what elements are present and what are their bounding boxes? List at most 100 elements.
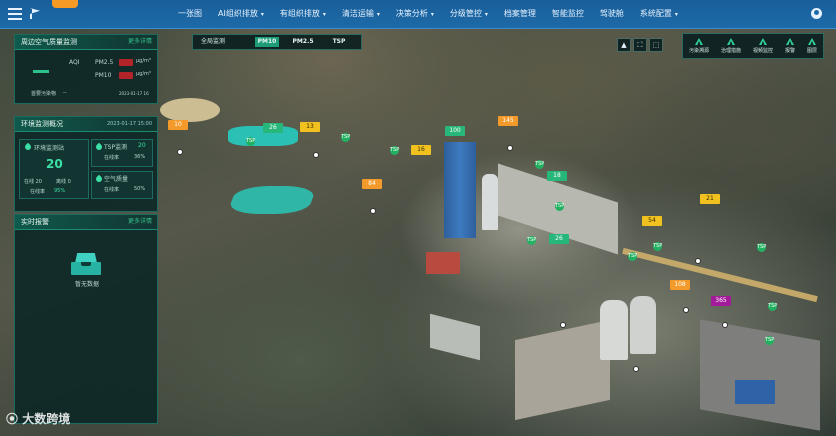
user-avatar-icon[interactable] (811, 8, 822, 19)
factory-building (515, 319, 610, 421)
pm-marker[interactable]: 21 (700, 194, 720, 204)
pm-marker[interactable]: 13 (300, 122, 320, 132)
tsp-marker[interactable]: TSP (246, 137, 255, 146)
nav-item[interactable]: 清洁运输 ▾ (334, 0, 388, 28)
tool-alarm[interactable]: 报警 (785, 38, 795, 54)
chevron-down-icon: ▾ (322, 11, 326, 18)
road (622, 247, 818, 303)
industrial-area (700, 319, 820, 431)
monitor-point[interactable] (177, 149, 183, 155)
station-count: 20 (46, 157, 63, 171)
monitor-point[interactable] (313, 152, 319, 158)
tsp-marker[interactable]: TSP (390, 146, 399, 155)
aqi-label: AQI (69, 59, 80, 66)
nav-item[interactable]: 分级管控 ▾ (442, 0, 496, 28)
monitor-point[interactable] (507, 145, 513, 151)
DC-logo-icon: ⦿ (6, 412, 23, 426)
nav-item[interactable]: 有组织排放 ▾ (272, 0, 334, 28)
offline-count: 离线 0 (56, 179, 71, 185)
silo (482, 174, 498, 230)
pm-marker[interactable]: 54 (642, 216, 662, 226)
pond (226, 186, 318, 214)
pm25-label: PM2.5 (95, 59, 114, 66)
pm-marker[interactable]: 145 (498, 116, 518, 126)
factory-building (430, 313, 480, 361)
tool-layer[interactable]: 图层 (807, 38, 817, 54)
tool-video[interactable]: 视频监控 (753, 38, 773, 54)
pm-marker[interactable]: 84 (362, 179, 382, 189)
chevron-down-icon: ▾ (430, 11, 434, 18)
more-link[interactable]: 更多详情 (128, 215, 152, 229)
nav-item[interactable]: 决策分析 ▾ (388, 0, 442, 28)
fullscreen-icon[interactable]: ⛶ (633, 38, 647, 52)
silo (630, 296, 656, 354)
tsp-marker[interactable]: TSP (757, 243, 766, 252)
pm-marker[interactable]: 26 (549, 234, 569, 244)
pm-marker[interactable]: 100 (445, 126, 465, 136)
empty-text: 暂无数据 (75, 281, 100, 288)
primary-pollutant-value: -- (63, 90, 67, 96)
drop-icon (23, 142, 33, 152)
tsp-marker[interactable]: TSP (535, 160, 544, 169)
measure-icon (726, 38, 735, 45)
monitor-point[interactable] (370, 208, 376, 214)
nav-item[interactable]: 驾驶舱 (592, 0, 632, 28)
tsp-marker[interactable]: TSP (341, 133, 350, 142)
unit-label: μg/m³ (136, 71, 151, 77)
right-toolbar: 污染溯源 治理措施 视频监控 报警 图层 (682, 33, 824, 59)
nav-item[interactable]: 档案管理 (496, 0, 544, 28)
pm-marker[interactable]: 10 (168, 120, 188, 130)
nav-item[interactable]: 一张图 (170, 0, 210, 28)
pollutant-tab-bar: 全局监测 PM10 PM2.5 TSP (192, 34, 362, 50)
tsp-card[interactable]: TSP监测 20 在线率 36% (91, 139, 153, 167)
panel-title: 周边空气质量监测 更多详情 (15, 35, 157, 50)
update-time: 2023-01-17 16 (119, 91, 149, 96)
tsp-marker[interactable]: TSP (765, 336, 774, 345)
pm-marker[interactable]: 26 (263, 123, 283, 133)
nav-item[interactable]: 系统配置 ▾ (632, 0, 686, 28)
tsp-marker[interactable]: TSP (628, 252, 637, 261)
tab-bar-title: 全局监测 (201, 38, 226, 45)
tab-tsp[interactable]: TSP (327, 37, 351, 47)
monitor-point[interactable] (560, 322, 566, 328)
tsp-marker[interactable]: TSP (768, 302, 777, 311)
monitoring-overview-panel: 环境监测概况 2023-01-17 15:00 环境监测站 20 在线 20 离… (14, 116, 158, 212)
north-arrow-icon[interactable]: ▲ (617, 38, 631, 52)
tab-pm25[interactable]: PM2.5 (291, 37, 315, 47)
tool-source[interactable]: 污染溯源 (689, 38, 709, 54)
tsp-marker[interactable]: TSP (527, 236, 536, 245)
drop-icon (94, 174, 104, 184)
pm-marker[interactable]: 108 (670, 280, 690, 290)
sand-area (160, 98, 220, 122)
reset-view-icon[interactable]: ⬚ (649, 38, 663, 52)
drop-icon (94, 142, 104, 152)
monitor-point[interactable] (722, 322, 728, 328)
pm-marker[interactable]: 16 (411, 145, 431, 155)
pm-marker[interactable]: 365 (711, 296, 731, 306)
card-title: TSP监测 (104, 144, 128, 151)
pm-marker[interactable]: 18 (547, 171, 567, 181)
station-card[interactable]: 环境监测站 20 在线 20 离线 0 在线率 95% (19, 139, 89, 199)
main-nav: 一张图 AI组织排放 ▾ 有组织排放 ▾ 清洁运输 ▾ 决策分析 ▾ 分级管控 ▾ 档案管… (170, 0, 686, 28)
panel-title: 环境监测概况 2023-01-17 15:00 (15, 117, 157, 132)
blue-structure (735, 380, 775, 404)
empty-inbox-icon (71, 253, 101, 275)
nav-item[interactable]: AI组织排放 ▾ (210, 0, 272, 28)
tsp-marker[interactable]: TSP (555, 202, 564, 211)
monitor-point[interactable] (695, 258, 701, 264)
more-link[interactable]: 更多详情 (128, 35, 152, 49)
monitor-point[interactable] (683, 307, 689, 313)
tsp-marker[interactable]: TSP (653, 242, 662, 251)
nav-item[interactable]: 智能监控 (544, 0, 592, 28)
menu-icon[interactable] (8, 8, 22, 20)
rate-label: 在线率 (30, 189, 46, 195)
tab-pm10[interactable]: PM10 (255, 37, 279, 47)
rate-value: 95% (54, 188, 66, 194)
tsp-count: 20 (138, 142, 146, 149)
air-quality-card[interactable]: 空气质量 在线率 50% (91, 171, 153, 199)
monitor-point[interactable] (633, 366, 639, 372)
tool-measure[interactable]: 治理措施 (721, 38, 741, 54)
pm10-label: PM10 (95, 72, 112, 79)
view-controls: ▲ ⛶ ⬚ (617, 38, 663, 52)
chevron-down-icon: ▾ (260, 11, 264, 18)
